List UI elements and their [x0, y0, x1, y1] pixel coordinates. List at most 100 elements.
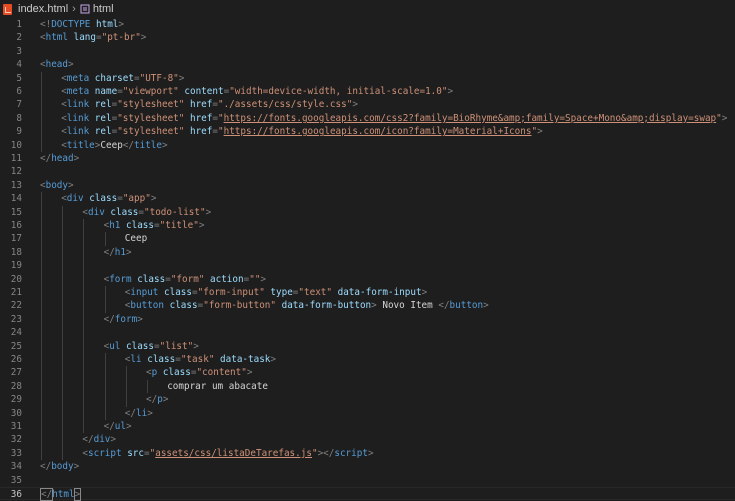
code-line[interactable]: 23 </form>	[0, 313, 735, 326]
code-line[interactable]: 34 </body>	[0, 460, 735, 473]
code-line[interactable]: 3	[0, 45, 735, 58]
html-tag-icon	[80, 4, 90, 14]
line-number: 14	[10, 193, 22, 205]
code-token: ul	[114, 421, 126, 432]
code-token: >	[352, 99, 358, 111]
code-line[interactable]: 22 <button class="form-button" data-form-…	[0, 299, 735, 312]
code-token: class	[169, 300, 198, 312]
code-token: "app"	[122, 193, 151, 205]
code-token: >	[178, 72, 185, 84]
code-token: "width=device-width, initial-scale=1.0"	[229, 86, 448, 97]
code-token: "todo-list"	[144, 206, 206, 218]
code-token: >	[162, 394, 169, 406]
code-line[interactable]: 13 <body>	[0, 179, 735, 192]
code-line[interactable]: 32 </div>	[0, 433, 735, 446]
code-line[interactable]: 12	[0, 165, 735, 178]
code-line[interactable]: 8 <link rel="stylesheet" href="https://fo…	[0, 112, 735, 125]
code-token: "form-input"	[197, 287, 265, 298]
code-token: "viewport"	[122, 86, 179, 97]
line-number: 35	[10, 474, 22, 486]
line-number: 26	[10, 354, 22, 365]
code-token: "form"	[170, 273, 205, 285]
code-line[interactable]: 30 </li>	[0, 407, 735, 420]
code-token: </	[124, 407, 136, 419]
code-line[interactable]: 35	[0, 474, 735, 487]
code-token: type	[270, 287, 293, 298]
code-token: name	[94, 86, 118, 97]
code-token: charset	[94, 72, 134, 84]
code-token: body	[45, 179, 68, 191]
code-token: >	[73, 461, 80, 473]
code-token: comprar um abacate	[167, 380, 268, 392]
code-line[interactable]: 4 <head>	[0, 58, 735, 71]
code-line[interactable]: 21 <input class="form-input" type="text" …	[0, 286, 735, 299]
code-content: Ceep	[125, 232, 147, 245]
breadcrumb-file[interactable]: index.html	[18, 3, 68, 15]
code-line[interactable]: 5 <meta charset="UTF-8">	[0, 72, 735, 85]
line-number: 16	[10, 220, 22, 231]
line-number: 1	[16, 19, 22, 30]
code-line[interactable]: 31 </ul>	[0, 420, 735, 433]
code-token: html	[52, 489, 75, 500]
code-content: <form class="form" action="">	[104, 273, 266, 286]
code-content: <div class="todo-list">	[82, 206, 211, 219]
code-line[interactable]: 29 </p>	[0, 393, 735, 406]
code-token: >	[198, 220, 205, 231]
line-number: 3	[16, 45, 22, 57]
code-line[interactable]: 20 <form class="form" action="">	[0, 273, 735, 286]
code-line[interactable]: 26 <li class="task" data-task>	[0, 353, 735, 366]
breadcrumb-symbol[interactable]: html	[93, 3, 114, 15]
code-token: data-form-button	[281, 300, 372, 312]
code-line[interactable]: 36 </html>	[0, 487, 735, 501]
code-token: "stylesheet"	[117, 126, 185, 138]
line-number: 29	[10, 394, 22, 406]
code-token: </	[122, 139, 134, 151]
code-line[interactable]: 27 <p class="content">	[0, 366, 735, 379]
code-line[interactable]: 16 <h1 class="title">	[0, 219, 735, 232]
code-token: input	[130, 287, 159, 298]
code-token: script	[334, 447, 368, 459]
code-token: "content"	[196, 367, 247, 379]
code-line[interactable]: 33 <script src="assets/css/listaDeTarefas…	[0, 447, 735, 460]
code-line[interactable]: 2 <html lang="pt-br">	[0, 31, 735, 44]
code-line[interactable]: 10 <title>Ceep</title>	[0, 139, 735, 152]
code-line[interactable]: 14 <div class="app">	[0, 192, 735, 205]
code-token: rel	[94, 126, 112, 138]
code-token: </	[103, 246, 115, 258]
code-token: head	[51, 153, 74, 164]
code-token: >	[150, 193, 157, 205]
code-line[interactable]: 18 </h1>	[0, 246, 735, 259]
code-line[interactable]: 17 Ceep	[0, 232, 735, 245]
code-content: <li class="task" data-task>	[125, 353, 276, 366]
code-token: DOCTYPE	[51, 19, 91, 30]
line-number: 33	[10, 447, 22, 459]
code-content: </p>	[146, 393, 168, 406]
code-token: >	[721, 112, 728, 124]
line-number: 28	[10, 380, 22, 392]
code-token: content	[184, 86, 224, 97]
code-line[interactable]: 28 comprar um abacate	[0, 380, 735, 393]
code-line[interactable]: 11 </head>	[0, 152, 735, 165]
code-line[interactable]: 15 <div class="todo-list">	[0, 206, 735, 219]
editor-text-area[interactable]: 1 <!DOCTYPE html> 2 <html lang="pt-br"> 3 4 <h…	[0, 18, 735, 501]
code-line[interactable]: 25 <ul class="list">	[0, 340, 735, 353]
code-token: >	[73, 488, 82, 501]
code-token: class	[137, 273, 166, 285]
code-line[interactable]: 6 <meta name="viewport" content="width=de…	[0, 85, 735, 98]
code-line[interactable]: 24	[0, 326, 735, 339]
code-content: <button class="form-button" data-form-bu…	[125, 299, 489, 312]
code-line[interactable]: 19	[0, 259, 735, 272]
code-token: href	[189, 126, 213, 138]
code-content: </form>	[104, 313, 143, 326]
code-token: div	[66, 193, 84, 205]
code-content: comprar um abacate	[167, 380, 268, 393]
indent-guide	[104, 286, 106, 313]
code-line[interactable]: 7 <link rel="stylesheet" href="./assets/c…	[0, 98, 735, 111]
code-token: >	[447, 86, 454, 97]
code-token: </	[438, 300, 450, 312]
code-token: </	[40, 153, 52, 164]
code-line[interactable]: 9 <link rel="stylesheet" href="https://fo…	[0, 125, 735, 138]
code-token: >	[483, 300, 489, 312]
code-line[interactable]: 1 <!DOCTYPE html>	[0, 18, 735, 31]
code-content: <link rel="stylesheet" href="https://fon…	[61, 125, 542, 138]
